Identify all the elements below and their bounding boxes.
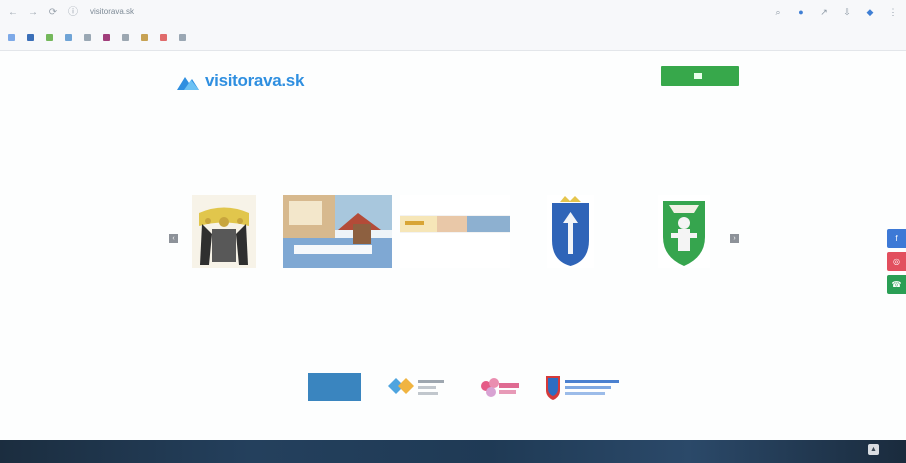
carousel-next-button[interactable]: › [730,234,739,243]
carousel-slide-landscape[interactable] [283,195,392,268]
instagram-icon[interactable]: ◎ [887,252,906,271]
download-icon[interactable]: ⇩ [842,7,852,17]
browser-chrome: ← → ⟳ ⓘ visitorava.sk ⌕ ● ↗ ⇩ ◆ ⋮ [0,0,906,51]
site-logo[interactable]: visitorava.sk [177,69,304,93]
bookmark-item[interactable] [8,33,18,41]
carousel-slide-blue-coat-of-arms[interactable] [547,195,594,268]
bookmark-item[interactable] [84,33,94,41]
bookmark-item[interactable] [179,33,189,41]
partner-logo-2[interactable] [388,373,450,401]
bookmark-item[interactable] [46,33,56,41]
carousel-prev-button[interactable]: ‹ [169,234,178,243]
bookmark-item[interactable] [160,33,170,41]
site-info-icon[interactable]: ⓘ [66,6,80,20]
bookmark-icon [160,33,167,41]
bookmark-icon [103,33,110,41]
bookmark-icon [122,33,129,41]
bookmark-icon [179,33,186,41]
social-sidebar: f ◎ ☎ [887,229,906,298]
footer-image-strip [0,440,906,463]
bookmark-icon [46,33,53,41]
extension-icon[interactable]: ● [796,7,806,17]
partner-logo-3[interactable] [468,373,528,401]
partner-logo-1[interactable] [308,373,361,401]
bookmark-icon [141,33,148,41]
reload-icon[interactable]: ⟳ [46,6,60,20]
logo-carousel: ‹ › [169,195,741,268]
bookmarks-bar [8,30,904,44]
profile-icon[interactable]: ◆ [865,7,875,17]
menu-icon[interactable]: ⋮ [888,7,898,17]
browser-tools: ⌕ ● ↗ ⇩ ◆ ⋮ [773,7,898,17]
page-content: visitorava.sk ‹ › [0,50,906,440]
scroll-up-button[interactable]: ▲ [868,444,879,455]
mountain-logo-icon [177,77,199,90]
site-logo-text: visitorava.sk [205,71,305,90]
bookmark-icon [84,33,91,41]
bookmark-item[interactable] [103,33,113,41]
share-icon[interactable]: ↗ [819,7,829,17]
forward-icon[interactable]: → [26,6,40,20]
carousel-slide-promo-banner[interactable] [400,195,510,268]
search-icon[interactable]: ⌕ [773,7,783,17]
bookmark-icon [8,33,15,41]
bookmark-item[interactable] [122,33,132,41]
bookmark-item[interactable] [27,33,37,41]
facebook-icon[interactable]: f [887,229,906,248]
bookmark-icon [65,33,72,41]
partner-logo-4[interactable] [544,373,628,401]
phone-icon[interactable]: ☎ [887,275,906,294]
partner-logos [308,373,628,401]
address-bar[interactable]: visitorava.sk [90,7,730,20]
bookmark-icon [27,33,34,41]
cta-icon [693,73,702,79]
back-icon[interactable]: ← [6,6,20,20]
bookmark-item[interactable] [65,33,75,41]
bookmark-item[interactable] [141,33,151,41]
header-cta-button[interactable] [661,66,739,86]
carousel-slide-coat-of-arms-1[interactable] [192,195,256,268]
carousel-slide-green-coat-of-arms[interactable] [658,195,710,268]
